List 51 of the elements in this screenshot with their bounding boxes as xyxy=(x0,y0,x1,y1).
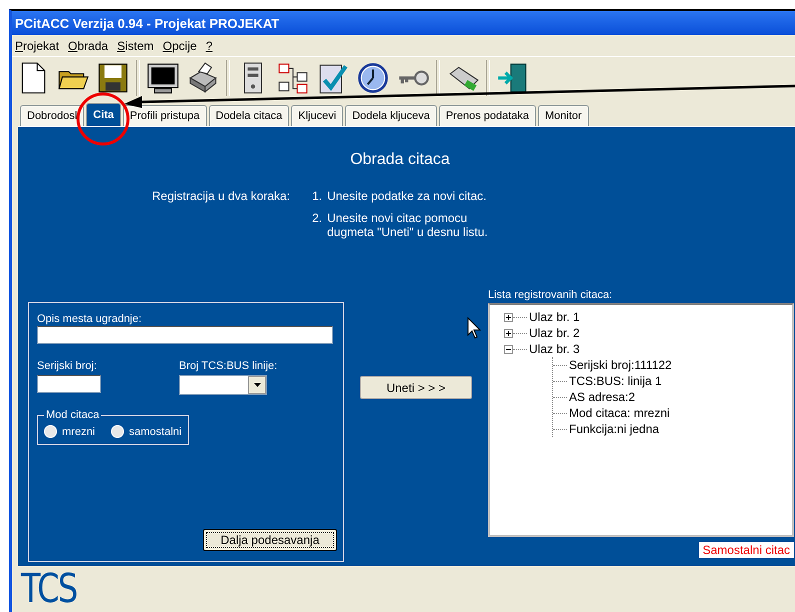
step-number: 2. xyxy=(312,211,322,227)
step-text: Unesite podatke za novi citac. xyxy=(327,189,488,203)
menu-item[interactable]: Opcije xyxy=(162,38,197,52)
tree-item[interactable]: AS adresa:2 xyxy=(569,390,636,404)
step-text: Unesite novi citac pomocu dugmeta "Uneti" u desnu listu. xyxy=(327,211,489,239)
tree-item[interactable]: Ulaz br. 3 xyxy=(529,342,580,356)
caret-icon xyxy=(254,383,260,387)
tree-item[interactable]: Mod citaca: mrezni xyxy=(569,406,670,420)
monitor-icon[interactable] xyxy=(146,61,180,95)
bus-line-dropdown[interactable] xyxy=(179,375,267,395)
clock-icon[interactable] xyxy=(356,61,390,95)
expander-icon[interactable] xyxy=(504,344,513,354)
radio-option[interactable]: mrezni xyxy=(44,425,96,438)
group-title: Mod citaca xyxy=(45,409,100,421)
logo: TCS xyxy=(21,566,77,612)
menu-item[interactable]: Projekat xyxy=(15,38,60,52)
menu-item[interactable]: Obrada xyxy=(68,38,108,52)
tab[interactable]: Kljucevi xyxy=(291,105,344,126)
serial-field[interactable] xyxy=(37,375,101,393)
tab[interactable]: Cita xyxy=(86,103,121,126)
steps-label: Registracija u dva koraka: xyxy=(152,189,290,205)
tree-item[interactable]: Serijski broj:111122 xyxy=(569,358,672,372)
field-label: Broj TCS:BUS linije: xyxy=(179,360,278,372)
step-number: 1. xyxy=(312,189,322,203)
menu-item[interactable]: ? xyxy=(206,38,212,52)
tree-item[interactable]: Funkcija:ni jedna xyxy=(569,422,660,436)
tab[interactable]: Dodela kljuceva xyxy=(345,105,437,126)
field-label: Opis mesta ugradnje: xyxy=(37,313,143,325)
window-title: PCitACC Verzija 0.94 - Projekat PROJEKAT xyxy=(15,16,280,30)
tree-item[interactable]: Ulaz br. 1 xyxy=(529,310,580,324)
menu-item[interactable]: Sistem xyxy=(117,38,154,52)
expander-icon[interactable] xyxy=(504,328,513,338)
tree-item[interactable]: Ulaz br. 2 xyxy=(529,326,580,340)
expander-icon[interactable] xyxy=(504,312,513,322)
tree-item[interactable]: TCS:BUS: linija 1 xyxy=(569,374,662,388)
status-label: Samostalni citac xyxy=(698,542,794,558)
tab[interactable]: Profili pristupa xyxy=(122,105,207,126)
highlight-ring xyxy=(76,92,130,146)
list-label: Lista registrovanih citaca: xyxy=(488,289,614,301)
diagram-icon[interactable] xyxy=(276,61,310,95)
field-label: Serijski broj: xyxy=(37,360,98,372)
tab[interactable]: Dodela citaca xyxy=(208,105,290,126)
radio-option[interactable]: samostalni xyxy=(111,425,182,438)
more-settings-button[interactable]: Dalja podesavanja xyxy=(203,529,337,551)
cursor-icon xyxy=(468,316,482,339)
tab[interactable]: Prenos podataka xyxy=(438,105,536,126)
tab[interactable]: Dobrodosl xyxy=(20,105,84,126)
page-title: Obrada citaca xyxy=(349,151,451,169)
tab[interactable]: Monitor xyxy=(538,105,589,126)
location-field[interactable] xyxy=(37,326,333,344)
add-button[interactable]: Uneti > > > xyxy=(360,376,472,399)
